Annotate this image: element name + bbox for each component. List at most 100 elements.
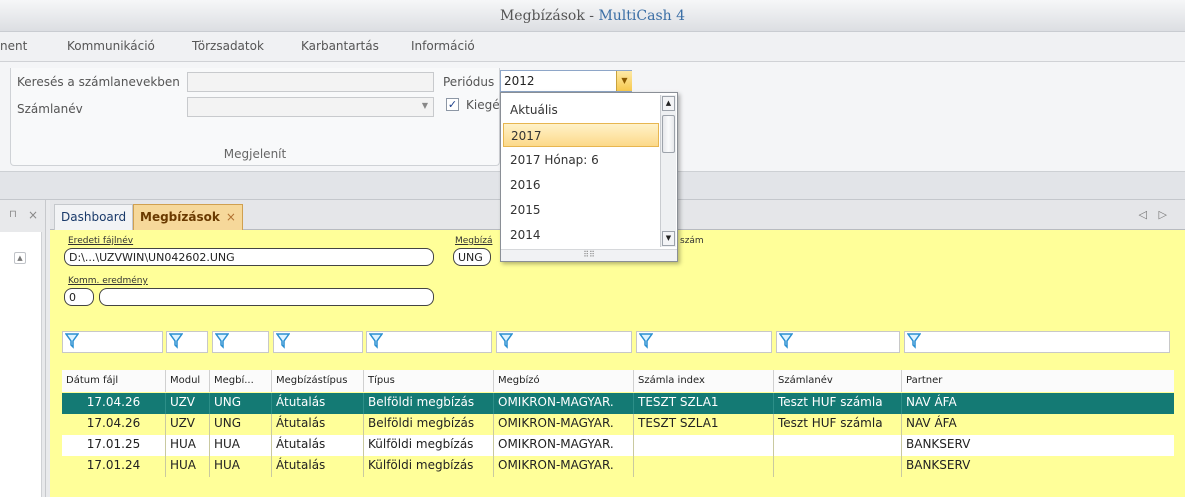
side-panel-content: ▲ [0,232,42,497]
filter-megbi[interactable] [212,331,269,353]
comm-result-code-field[interactable]: 0 [64,288,94,306]
filter-modul[interactable] [166,331,208,353]
period-select[interactable]: 2012 [500,70,632,92]
cell-tipus: Belföldi megbízás [364,393,494,414]
col-header-szamla-index[interactable]: Számla index [634,370,774,392]
resize-grip-icon[interactable]: ⠿⠿ [501,249,677,261]
table-row[interactable]: 17.04.26 UZV UNG Átutalás Belföldi megbí… [62,414,1174,435]
scrollbar-thumb[interactable] [662,115,675,153]
menu-bar: nent Kommunikáció Törzsadatok Karbantart… [0,32,1185,62]
filter-tipus[interactable] [366,331,492,353]
tab-nav-left-icon[interactable]: ◁ [1139,208,1147,221]
menu-item-karbantartas[interactable]: Karbantartás [301,39,379,53]
ribbon-group-caption: Megjelenít [223,147,287,161]
window-title-brand: MultiCash 4 [598,8,686,24]
col-header-modul[interactable]: Modul [166,370,210,392]
megbiza-label: Megbízá [455,236,493,246]
menu-item-torzsadatok[interactable]: Törzsadatok [192,39,264,53]
cell-megbizo: OMIKRON-MAGYAR. [494,456,634,477]
period-option-2017-month-6[interactable]: 2017 Hónap: 6 [503,148,659,172]
cell-szamlanev [774,456,902,477]
table-row[interactable]: 17.04.26 UZV UNG Átutalás Belföldi megbí… [62,393,1174,414]
scroll-up-icon[interactable]: ▲ [14,252,26,264]
cell-datum: 17.04.26 [62,393,166,414]
menu-item-informacio[interactable]: Információ [411,39,475,53]
comm-result-text-field[interactable] [99,288,434,306]
close-icon[interactable]: × [28,208,38,222]
cell-megbizastipus: Átutalás [272,456,364,477]
original-file-field[interactable]: D:\...\UZVWIN\UN042602.UNG [64,248,434,266]
cell-szamla-index [634,435,774,456]
extra-checkbox-label: Kiegé [466,98,500,112]
cell-partner: NAV ÁFA [906,416,957,430]
period-option-2017[interactable]: 2017 [503,123,659,147]
period-option-2015[interactable]: 2015 [503,198,659,222]
cell-megbizo: OMIKRON-MAGYAR. [494,393,634,414]
table-row[interactable]: 17.01.24 HUA HUA Átutalás Külföldi megbí… [62,456,1174,477]
filter-megbizo[interactable] [496,331,632,353]
filter-szamla-index[interactable] [636,331,772,353]
filter-icon [276,333,290,349]
tab-megbizasok[interactable]: Megbízások × [133,204,243,230]
filter-icon [639,333,653,349]
cell-szamlanev: Teszt HUF számla [774,414,902,435]
scroll-up-arrow-icon[interactable]: ▲ [662,96,675,111]
extra-checkbox[interactable]: ✓ [446,98,459,111]
search-accounts-label: Keresés a számlanevekben [17,75,180,89]
cell-megbi: HUA [210,435,272,456]
filter-megbizastipus[interactable] [273,331,363,353]
col-header-szamlanev[interactable]: Számlanév [774,370,902,392]
pin-icon[interactable]: ⊓ [9,209,17,220]
col-header-megbizo[interactable]: Megbízó [494,370,634,392]
filter-icon [779,333,793,349]
cell-megbizastipus: Átutalás [272,393,364,414]
col-header-tipus[interactable]: Típus [364,370,494,392]
chevron-down-icon: ▼ [421,101,428,110]
col-header-datum[interactable]: Dátum fájl [62,370,166,392]
period-dropdown-button[interactable]: ▼ [616,71,632,91]
cell-datum: 17.01.24 [62,456,166,477]
filter-icon [65,333,79,349]
cell-tipus: Belföldi megbízás [364,414,494,435]
cell-partner: BANKSERV [906,458,971,472]
cell-megbi: UNG [210,414,272,435]
col-header-megbizastipus[interactable]: Megbízástípus [272,370,364,392]
cell-datum: 17.04.26 [62,414,166,435]
table-row[interactable]: 17.01.25 HUA HUA Átutalás Külföldi megbí… [62,435,1174,456]
account-name-select[interactable]: ▼ [187,97,434,117]
cell-tipus: Külföldi megbízás [364,456,494,477]
cell-tipus: Külföldi megbízás [364,435,494,456]
original-file-label: Eredeti fájlnév [68,236,134,246]
cell-megbi: UNG [210,393,272,414]
cell-megbizo: OMIKRON-MAGYAR. [494,414,634,435]
cell-megbizastipus: Átutalás [272,435,364,456]
tab-close-icon[interactable]: × [226,210,236,224]
dropdown-scrollbar[interactable]: ▲ ▼ [660,95,676,247]
cell-szamla-index: TESZT SZLA1 [634,393,774,414]
period-option-aktualis[interactable]: Aktuális [503,98,659,122]
cell-megbi: HUA [210,456,272,477]
filter-datum[interactable] [62,331,163,353]
cell-megbizo: OMIKRON-MAGYAR. [494,435,634,456]
filter-szamlanev[interactable] [776,331,900,353]
tab-dashboard[interactable]: Dashboard [54,204,134,230]
scroll-down-arrow-icon[interactable]: ▼ [662,231,675,246]
search-accounts-input[interactable] [187,72,434,92]
cell-szamlanev: Teszt HUF számla [774,393,902,414]
megbiza-field[interactable]: UNG [453,248,491,266]
tab-nav-right-icon[interactable]: ▷ [1159,208,1167,221]
filter-partner[interactable] [904,331,1170,353]
cell-szamla-index: TESZT SZLA1 [634,414,774,435]
menu-item-kommunikacio[interactable]: Kommunikáció [67,39,155,53]
menu-item-partial[interactable]: nent [0,39,27,53]
period-dropdown-list: Aktuális 2017 2017 Hónap: 6 2016 2015 20… [500,92,678,262]
account-name-label: Számlanév [17,102,83,116]
period-option-2016[interactable]: 2016 [503,173,659,197]
col-header-megbi[interactable]: Megbí... [210,370,272,392]
period-option-2014[interactable]: 2014 [503,223,659,247]
cell-partner: NAV ÁFA [906,395,957,409]
tab-megbizasok-label: Megbízások [140,210,220,224]
col-header-partner[interactable]: Partner [902,370,1174,392]
cell-modul: UZV [166,414,210,435]
cell-datum: 17.01.25 [62,435,166,456]
